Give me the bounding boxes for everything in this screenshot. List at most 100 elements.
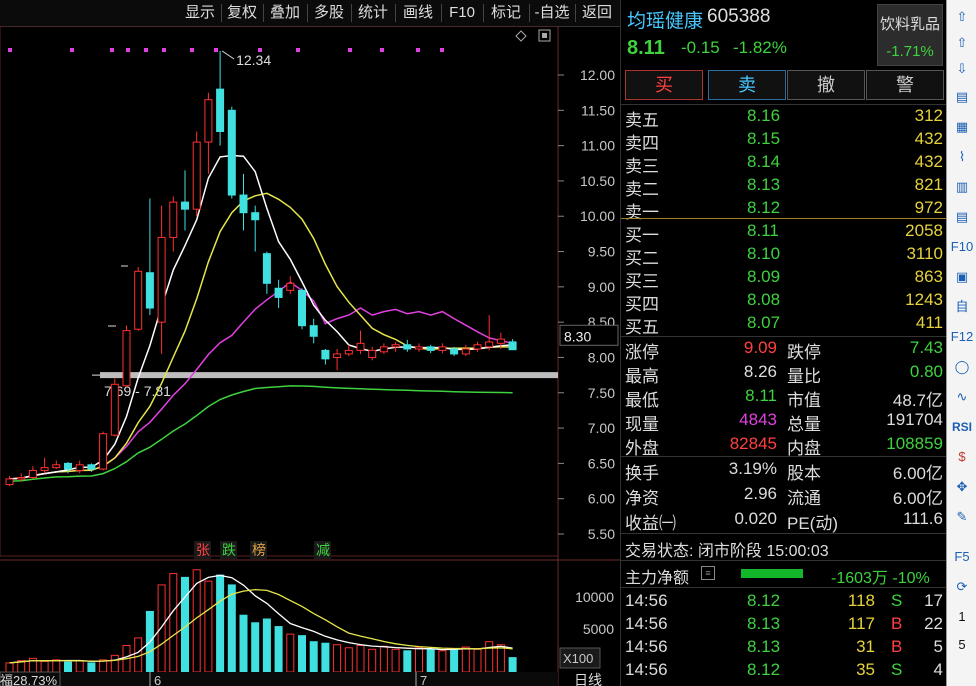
candle <box>99 431 108 471</box>
cancel-button[interactable]: 撤 <box>787 70 865 100</box>
report-icon[interactable]: ▤ <box>950 86 974 108</box>
date-bar <box>0 672 558 686</box>
footer-number[interactable]: 5 <box>950 634 974 656</box>
ask-volume: 821 <box>914 175 943 194</box>
candle <box>40 457 49 474</box>
event-dot <box>214 48 218 52</box>
f5-icon[interactable]: F5 <box>950 546 974 568</box>
candle <box>426 344 435 354</box>
kline-chart[interactable]: 12.0011.5011.0010.5010.009.509.008.508.0… <box>0 26 620 686</box>
bid-volume: 2058 <box>905 221 943 240</box>
refresh-icon[interactable]: ⟳ <box>950 576 974 598</box>
candle-body <box>64 462 72 470</box>
ask-price[interactable]: 8.13 <box>747 175 780 195</box>
ask-volume: 432 <box>914 152 943 171</box>
candle-body <box>450 348 459 355</box>
volume-bar <box>75 660 84 673</box>
candle <box>169 196 178 252</box>
ask-price[interactable]: 8.15 <box>747 129 780 149</box>
sell-button[interactable]: 卖 <box>708 70 786 100</box>
tick-volume: 117 <box>847 614 875 633</box>
toolbar-item-0[interactable]: 显示 <box>180 0 220 26</box>
buy-button[interactable]: 买 <box>625 70 703 100</box>
toolbar-item-2[interactable]: 叠加 <box>264 0 306 26</box>
f12-icon[interactable]: F12 <box>950 326 974 348</box>
candle-body <box>227 109 236 196</box>
rsi-icon[interactable]: RSI <box>950 416 974 438</box>
tick-price: 8.13 <box>747 637 781 656</box>
tick-price: 8.12 <box>747 591 781 610</box>
price-axis-label: 7.00 <box>588 420 615 436</box>
volume-axis-label: 10000 <box>575 589 614 605</box>
footer-number[interactable]: 1 <box>950 606 974 628</box>
volume-bar <box>40 660 49 673</box>
industry-pct: -1.71% <box>886 43 934 60</box>
price-axis-label: 10.50 <box>580 173 615 189</box>
main-flow-value: -1603万 -10% <box>831 570 930 587</box>
bid-price[interactable]: 8.07 <box>747 313 780 333</box>
f10-icon[interactable]: F10 <box>950 236 974 258</box>
candle <box>321 348 330 365</box>
price-axis-label: 11.00 <box>581 138 615 154</box>
price-axis-label: 12.00 <box>580 67 615 83</box>
news-icon[interactable]: ▣ <box>950 266 974 288</box>
candle-body <box>356 342 365 351</box>
ask-price[interactable]: 8.14 <box>747 152 780 172</box>
period-label: 日线 <box>574 672 602 686</box>
tick-count: 22 <box>924 614 943 633</box>
volume-bar <box>286 633 295 673</box>
volume-bar <box>461 646 470 673</box>
candle <box>298 288 306 330</box>
kline-icon[interactable]: ▥ <box>950 176 974 198</box>
down-outline-icon[interactable]: ⇩ <box>950 58 974 80</box>
date-label: 7 <box>420 673 427 686</box>
circle-icon[interactable]: ◯ <box>950 356 974 378</box>
candle <box>356 330 365 354</box>
stat-value: 9.09 <box>743 338 777 357</box>
move-icon[interactable]: ✥ <box>950 476 974 498</box>
volume-bar <box>415 647 423 673</box>
up-outline-icon[interactable]: ⇧ <box>950 32 974 54</box>
trade-status: 交易状态: 闭市阶段 15:00:03 <box>625 543 829 560</box>
up-arrow-icon[interactable]: ⇧ <box>950 6 974 28</box>
dollar-icon[interactable]: $ <box>950 446 974 468</box>
event-dot <box>70 48 74 52</box>
bid-price[interactable]: 8.11 <box>747 221 779 241</box>
toolbar-item-4[interactable]: 统计 <box>352 0 394 26</box>
stat-value: 2.96 <box>743 484 777 503</box>
bid-price[interactable]: 8.10 <box>747 244 780 264</box>
toolbar-item-3[interactable]: 多股 <box>308 0 350 26</box>
tick-time: 14:56 <box>625 660 668 679</box>
alert-button[interactable]: 警 <box>866 70 944 100</box>
stat-label: 量比 <box>787 367 821 386</box>
event-dot <box>126 48 130 52</box>
trend-icon[interactable]: ⌇ <box>950 146 974 168</box>
volume-bar <box>157 584 166 673</box>
toolbar-item-1[interactable]: 复权 <box>222 0 262 26</box>
ask-price[interactable]: 8.16 <box>747 106 780 126</box>
toolbar-item-5[interactable]: 画线 <box>396 0 440 26</box>
table-icon[interactable]: ▦ <box>950 116 974 138</box>
stat-value: 108859 <box>886 434 943 453</box>
price-axis-label: 8.00 <box>588 349 615 365</box>
pen-icon[interactable]: ✎ <box>950 506 974 528</box>
list-icon[interactable]: ▤ <box>950 206 974 228</box>
industry-box[interactable]: 饮料乳品 -1.71% <box>877 4 943 66</box>
toolbar-item-8[interactable]: -自选 <box>530 0 574 26</box>
candle-body <box>403 344 412 350</box>
bid-price[interactable]: 8.09 <box>747 267 780 287</box>
wave-icon[interactable]: ∿ <box>950 386 974 408</box>
ask-price[interactable]: 8.12 <box>747 198 780 218</box>
toolbar-item-9[interactable]: 返回 <box>576 0 618 26</box>
bid-price[interactable]: 8.08 <box>747 290 780 310</box>
stat-label: 现量 <box>625 415 659 434</box>
toolbar-item-7[interactable]: 标记 <box>484 0 528 26</box>
volume-bar <box>64 661 72 673</box>
industry-name: 饮料乳品 <box>879 16 940 33</box>
menu-icon[interactable]: ≡ <box>701 566 715 580</box>
candle-body <box>309 325 318 337</box>
toolbar-item-6[interactable]: F10 <box>442 0 482 26</box>
bid-label: 买五 <box>625 318 659 337</box>
candle-body <box>461 348 470 355</box>
self-icon[interactable]: 自 <box>950 296 974 318</box>
